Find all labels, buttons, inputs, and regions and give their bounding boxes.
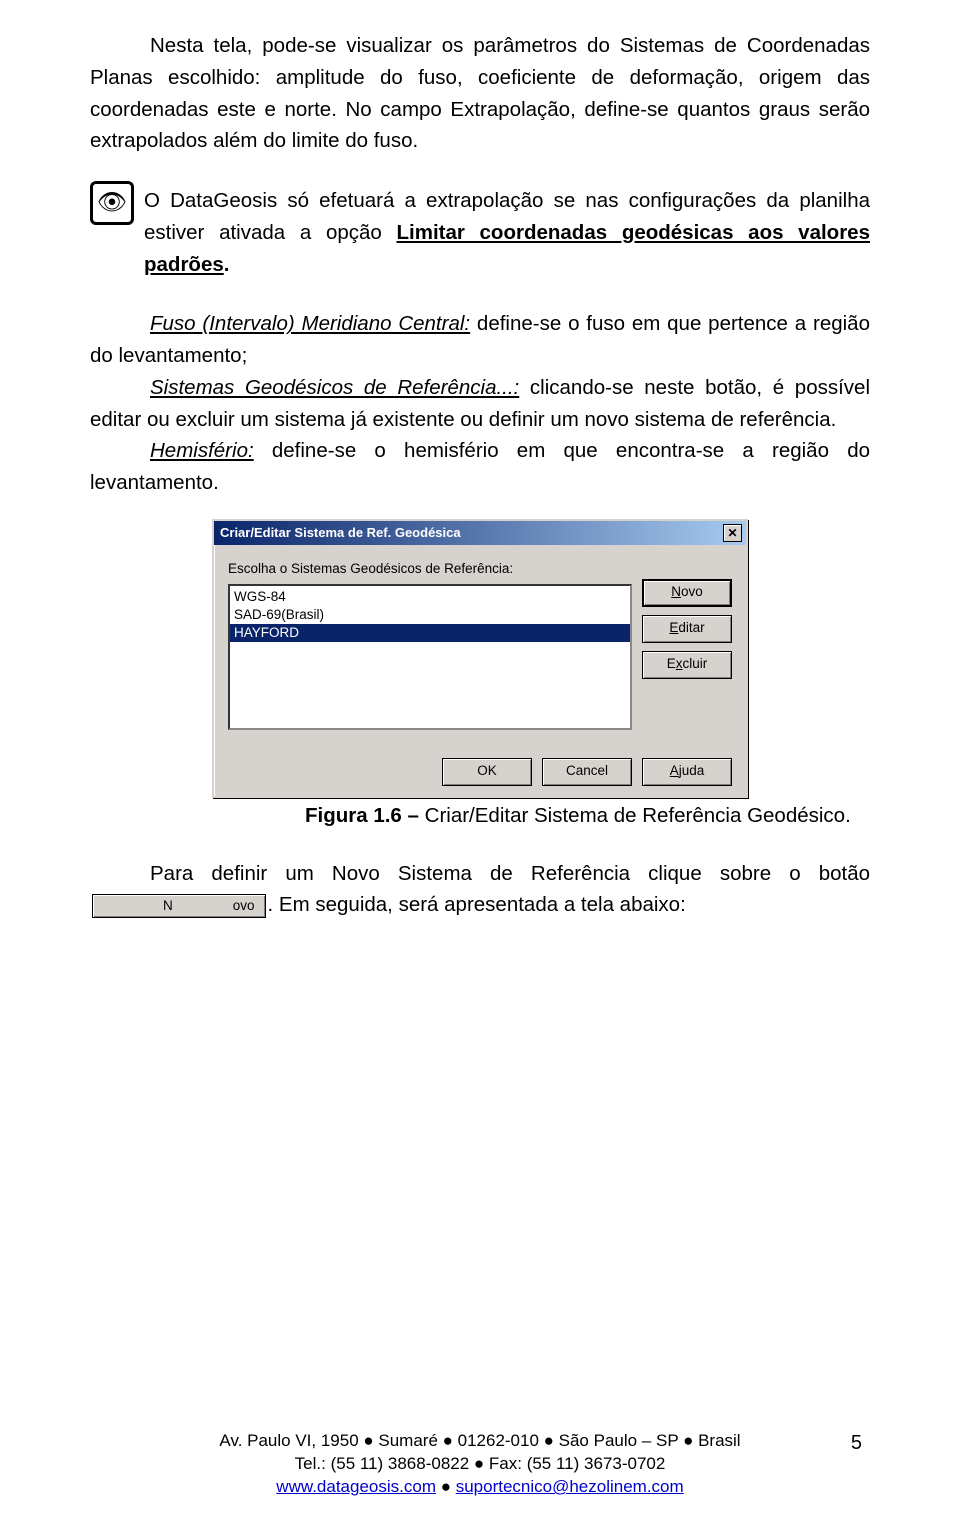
footer-link-site[interactable]: www.datageosis.com	[276, 1477, 436, 1496]
page-footer: Av. Paulo VI, 1950 ● Sumaré ● 01262-010 …	[0, 1430, 960, 1499]
paragraph-intro: Nesta tela, pode-se visualizar os parâme…	[90, 30, 870, 157]
dialog-prompt: Escolha o Sistemas Geodésicos de Referên…	[228, 559, 632, 580]
cancel-button[interactable]: Cancel	[542, 758, 632, 786]
caption-bold: Figura 1.6 –	[305, 804, 425, 827]
novo-text-pre: Para definir um Novo Sistema de Referênc…	[150, 862, 870, 885]
novo-text-post: . Em seguida, será apresentada a tela ab…	[268, 893, 686, 916]
caption-rest: Criar/Editar Sistema de Referência Geodé…	[425, 804, 851, 827]
footer-line1: Av. Paulo VI, 1950 ● Sumaré ● 01262-010 …	[0, 1430, 960, 1453]
dialog-titlebar: Criar/Editar Sistema de Ref. Geodésica ✕	[214, 521, 746, 545]
system-listbox[interactable]: WGS-84 SAD-69(Brasil) HAYFORD	[228, 584, 632, 730]
list-item[interactable]: HAYFORD	[230, 624, 630, 642]
sistemas-paragraph: Sistemas Geodésicos de Referência...: cl…	[90, 372, 870, 436]
ajuda-button[interactable]: Ajuda	[642, 758, 732, 786]
editar-button[interactable]: Editar	[642, 615, 732, 643]
figure-caption: Figura 1.6 – Criar/Editar Sistema de Ref…	[305, 800, 870, 832]
list-item[interactable]: WGS-84	[230, 588, 630, 606]
fuso-paragraph: Fuso (Intervalo) Meridiano Central: defi…	[90, 308, 870, 372]
note-tail: .	[224, 253, 230, 276]
note-paragraph: 👁 O DataGeosis só efetuará a extrapolaçã…	[90, 185, 870, 280]
novo-inline-button[interactable]: Novo	[92, 894, 266, 918]
excluir-button[interactable]: Excluir	[642, 651, 732, 679]
eye-icon: 👁	[90, 181, 134, 225]
sistemas-label: Sistemas Geodésicos de Referência...:	[150, 376, 519, 399]
dialog-title: Criar/Editar Sistema de Ref. Geodésica	[220, 523, 461, 543]
hemisferio-paragraph: Hemisfério: define-se o hemisfério em qu…	[90, 435, 870, 499]
novo-button[interactable]: Novo	[642, 579, 732, 607]
paragraph-novo: Para definir um Novo Sistema de Referênc…	[90, 858, 870, 922]
footer-line2: Tel.: (55 11) 3868-0822 ● Fax: (55 11) 3…	[0, 1453, 960, 1476]
ok-button[interactable]: OK	[442, 758, 532, 786]
hemi-label: Hemisfério:	[150, 439, 254, 462]
list-item[interactable]: SAD-69(Brasil)	[230, 606, 630, 624]
footer-sep: ●	[436, 1477, 456, 1496]
fuso-label: Fuso (Intervalo) Meridiano Central:	[150, 312, 470, 335]
footer-link-email[interactable]: suportecnico@hezolinem.com	[456, 1477, 684, 1496]
close-icon[interactable]: ✕	[723, 524, 742, 542]
dialog-geodesic-system: Criar/Editar Sistema de Ref. Geodésica ✕…	[212, 519, 748, 798]
